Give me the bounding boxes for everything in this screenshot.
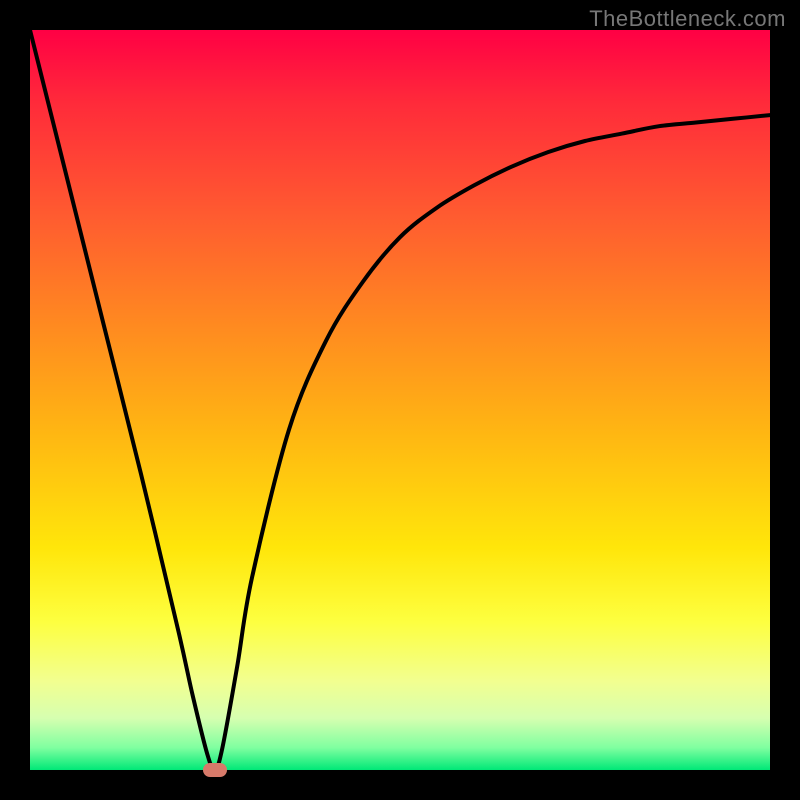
chart-plot-area	[30, 30, 770, 770]
watermark-text: TheBottleneck.com	[589, 6, 786, 32]
bottleneck-curve	[30, 30, 770, 770]
optimum-marker	[203, 763, 227, 777]
